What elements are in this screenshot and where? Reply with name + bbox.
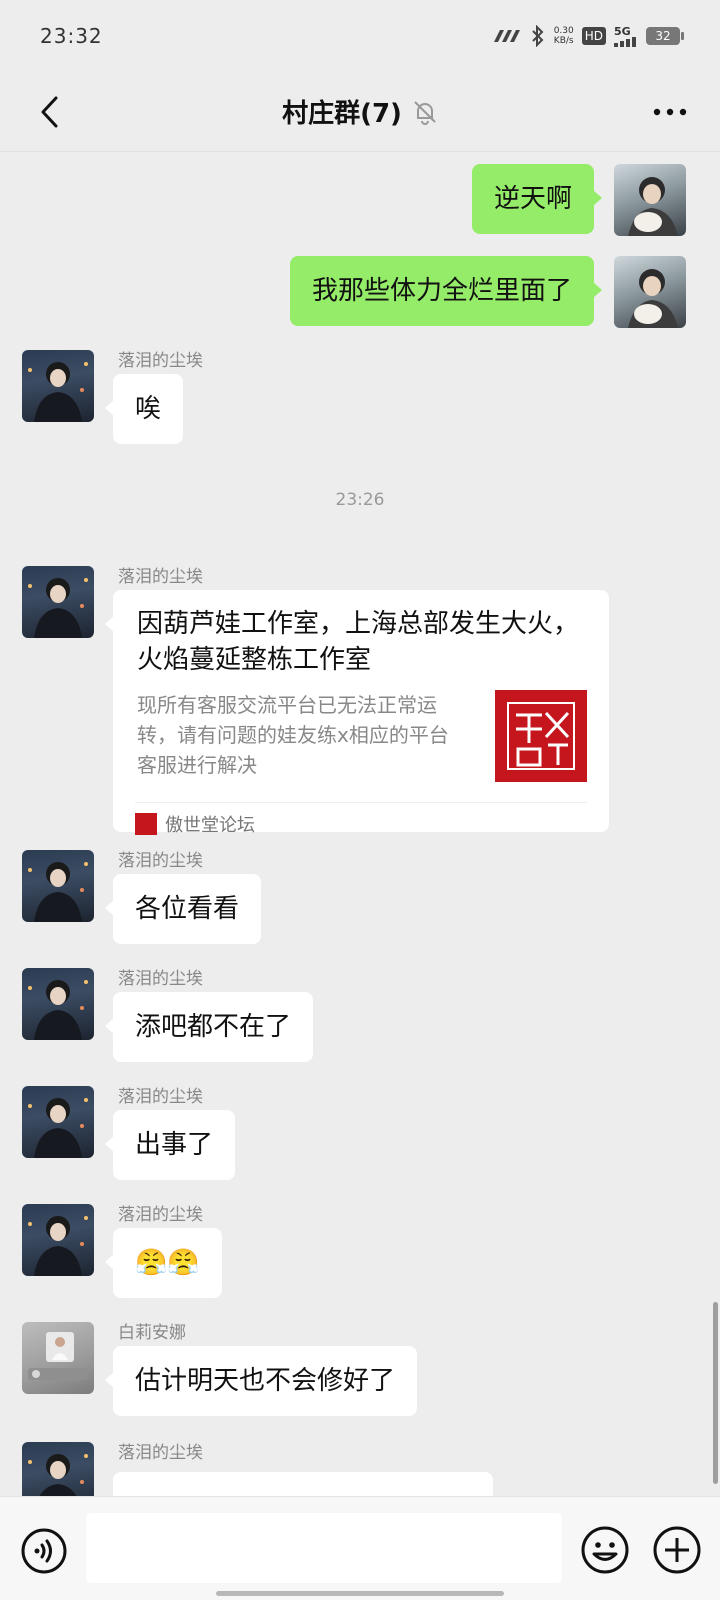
speed-value: 0.30 bbox=[553, 26, 574, 36]
time-separator: 23:26 bbox=[335, 490, 385, 510]
link-card-thumbnail bbox=[495, 690, 587, 782]
status-time: 23:32 bbox=[40, 24, 103, 48]
sender-name: 落泪的尘埃 bbox=[118, 1443, 203, 1463]
message-bubble-mine[interactable]: 逆天啊 bbox=[471, 164, 603, 234]
speed-unit: KB/s bbox=[553, 36, 574, 46]
avatar-contact[interactable] bbox=[22, 350, 94, 422]
sender-name: 落泪的尘埃 bbox=[118, 351, 203, 371]
bell-off-icon bbox=[414, 100, 436, 125]
message-text: 唉 bbox=[135, 394, 162, 424]
network-icon bbox=[492, 28, 522, 44]
message-text: 我那些体力全烂里面了 bbox=[311, 276, 572, 306]
input-bar bbox=[0, 1496, 720, 1600]
home-indicator[interactable] bbox=[216, 1591, 504, 1596]
more-horizontal-icon bbox=[653, 108, 687, 116]
message-text: 估计明天也不会修好了 bbox=[135, 1366, 396, 1396]
sender-name: 落泪的尘埃 bbox=[118, 851, 203, 871]
chevron-left-icon bbox=[41, 96, 58, 128]
avatar-contact[interactable] bbox=[22, 1204, 94, 1276]
message-bubble-other[interactable]: 各位看看 bbox=[104, 874, 262, 944]
message-bubble-mine[interactable]: 我那些体力全烂里面了 bbox=[289, 256, 603, 326]
battery-icon: 32 bbox=[646, 27, 684, 45]
sender-name: 落泪的尘埃 bbox=[118, 969, 203, 989]
forum-logo-icon bbox=[507, 702, 575, 770]
voice-button[interactable] bbox=[20, 1527, 68, 1575]
link-card-footer: 傲世堂论坛 bbox=[135, 802, 587, 837]
signal-label: 5G bbox=[614, 24, 631, 38]
message-text: 出事了 bbox=[135, 1130, 214, 1160]
message-text: 😤😤 bbox=[135, 1248, 200, 1278]
message-bubble-other[interactable] bbox=[113, 1472, 493, 1496]
more-button[interactable] bbox=[640, 86, 700, 138]
sender-name: 落泪的尘埃 bbox=[118, 1087, 203, 1107]
message-bubble-other[interactable]: 唉 bbox=[104, 374, 184, 444]
avatar-contact[interactable] bbox=[22, 566, 94, 638]
link-card[interactable]: 因葫芦娃工作室，上海总部发生大火，火焰蔓延整栋工作室 现所有客服交流平台已无法正… bbox=[105, 590, 609, 836]
avatar-contact[interactable] bbox=[22, 850, 94, 922]
network-speed: 0.30 KB/s bbox=[554, 26, 574, 46]
back-button[interactable] bbox=[24, 86, 76, 138]
more-actions-button[interactable] bbox=[652, 1525, 702, 1575]
avatar-contact[interactable] bbox=[22, 968, 94, 1040]
sender-name: 落泪的尘埃 bbox=[118, 1205, 203, 1225]
scrollbar[interactable] bbox=[713, 1302, 718, 1484]
message-input[interactable] bbox=[86, 1513, 562, 1583]
status-bar: 23:32 0.30 KB/s HD 5G 32 bbox=[0, 0, 720, 72]
link-card-description: 现所有客服交流平台已无法正常运转，请有问题的娃友练x相应的平台客服进行解决 bbox=[137, 693, 449, 777]
hd-badge: HD bbox=[581, 27, 606, 45]
avatar-contact[interactable] bbox=[22, 1322, 94, 1394]
message-text: 逆天啊 bbox=[493, 184, 572, 214]
cell-signal-icon: 5G bbox=[614, 26, 638, 47]
message-bubble-other[interactable]: 😤😤 bbox=[105, 1228, 222, 1298]
link-card-title: 因葫芦娃工作室，上海总部发生大火，火焰蔓延整栋工作室 bbox=[137, 609, 580, 675]
message-list[interactable]: 逆天啊 我那些体力全烂里面了 落泪的尘埃 唉 23:26 落泪的尘埃 因葫芦娃工… bbox=[0, 152, 720, 1496]
emoji-icon bbox=[581, 1526, 629, 1574]
plus-circle-icon bbox=[653, 1526, 701, 1574]
avatar-self[interactable] bbox=[614, 164, 686, 236]
message-bubble-other[interactable]: 出事了 bbox=[104, 1110, 236, 1180]
avatar-contact[interactable] bbox=[22, 1086, 94, 1158]
bluetooth-icon bbox=[530, 25, 546, 47]
sender-name: 白莉安娜 bbox=[118, 1323, 186, 1343]
chat-title: 村庄群(7) bbox=[282, 99, 402, 129]
chat-title-group: 村庄群(7) bbox=[282, 93, 438, 130]
sender-name: 落泪的尘埃 bbox=[118, 567, 203, 587]
message-bubble-other[interactable]: 添吧都不在了 bbox=[104, 992, 314, 1062]
message-text: 各位看看 bbox=[135, 894, 240, 924]
avatar-self[interactable] bbox=[614, 256, 686, 328]
emoji-button[interactable] bbox=[580, 1525, 630, 1575]
chat-header: 村庄群(7) bbox=[0, 72, 720, 152]
voice-icon bbox=[21, 1528, 67, 1574]
link-card-source: 傲世堂论坛 bbox=[165, 815, 255, 836]
forum-mini-logo-icon bbox=[135, 813, 157, 835]
status-icons: 0.30 KB/s HD 5G 32 bbox=[492, 25, 684, 47]
message-bubble-other[interactable]: 估计明天也不会修好了 bbox=[104, 1346, 418, 1416]
message-text: 添吧都不在了 bbox=[135, 1012, 292, 1042]
avatar-contact[interactable] bbox=[22, 1442, 94, 1496]
